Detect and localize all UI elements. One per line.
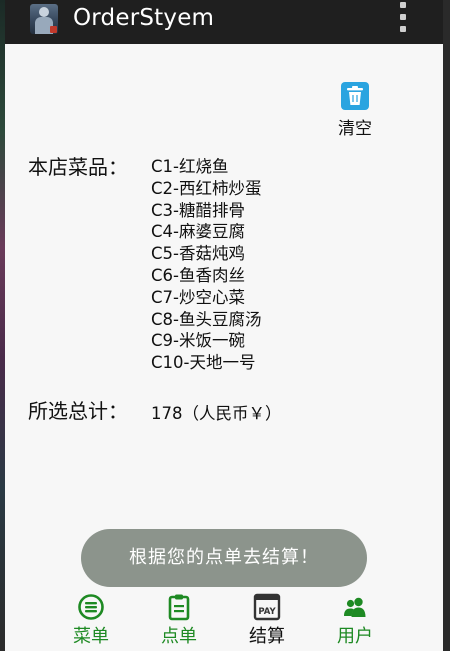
clipboard-icon — [165, 593, 193, 621]
overflow-dot — [400, 26, 406, 32]
app-icon-head — [39, 7, 49, 17]
menu-item: C10-天地一号 — [151, 353, 256, 373]
tab-label: 菜单 — [73, 626, 109, 647]
menu-item: C7-炒空心菜 — [151, 287, 245, 307]
trash-icon-glyph — [347, 86, 363, 105]
app-screen: OrderStyem 清空 本店菜品： C1-红烧鱼 C2-西红柿炒蛋 C3-糖… — [5, 0, 443, 651]
tab-user[interactable]: 用户 — [315, 588, 395, 651]
app-title: OrderStyem — [73, 5, 215, 31]
pay-icon: PAY — [253, 593, 281, 621]
overflow-menu-icon[interactable] — [398, 2, 408, 32]
overflow-dot — [400, 2, 406, 8]
menu-item: C2-西红柿炒蛋 — [151, 178, 262, 198]
menu-heading: 本店菜品： — [28, 155, 128, 179]
total-heading: 所选总计： — [28, 399, 128, 423]
app-icon[interactable] — [30, 4, 58, 34]
clear-button[interactable]: 清空 — [335, 119, 375, 139]
menu-item: C6-鱼香肉丝 — [151, 265, 245, 285]
trash-icon[interactable] — [341, 82, 369, 110]
total-value: 178（人民币￥） — [151, 404, 282, 423]
menu-item: C9-米饭一碗 — [151, 331, 245, 351]
tab-checkout[interactable]: PAY 结算 — [227, 588, 307, 651]
tab-label: 结算 — [249, 626, 285, 647]
menu-list-icon — [77, 593, 105, 621]
tab-label: 用户 — [337, 626, 373, 647]
menu-item: C1-红烧鱼 — [151, 157, 229, 176]
tab-menu[interactable]: 菜单 — [51, 588, 131, 651]
toast-message: 根据您的点单去结算！ — [81, 529, 367, 587]
svg-text:PAY: PAY — [258, 607, 276, 617]
app-icon-badge — [50, 26, 57, 33]
background-edge-right — [443, 0, 450, 651]
menu-item: C3-糖醋排骨 — [151, 200, 245, 220]
action-bar: OrderStyem — [5, 0, 443, 44]
menu-item: C5-香菇炖鸡 — [151, 244, 245, 264]
menu-item: C8-鱼头豆腐汤 — [151, 309, 262, 329]
bottom-tab-bar: 菜单 点单 PAY 结算 用户 — [5, 588, 443, 651]
overflow-dot — [400, 14, 406, 20]
menu-item: C4-麻婆豆腐 — [151, 222, 245, 242]
tab-label: 点单 — [161, 626, 197, 647]
menu-list: C1-红烧鱼 C2-西红柿炒蛋 C3-糖醋排骨 C4-麻婆豆腐 C5-香菇炖鸡 … — [151, 156, 261, 374]
tab-order[interactable]: 点单 — [139, 588, 219, 651]
users-icon — [341, 593, 369, 621]
